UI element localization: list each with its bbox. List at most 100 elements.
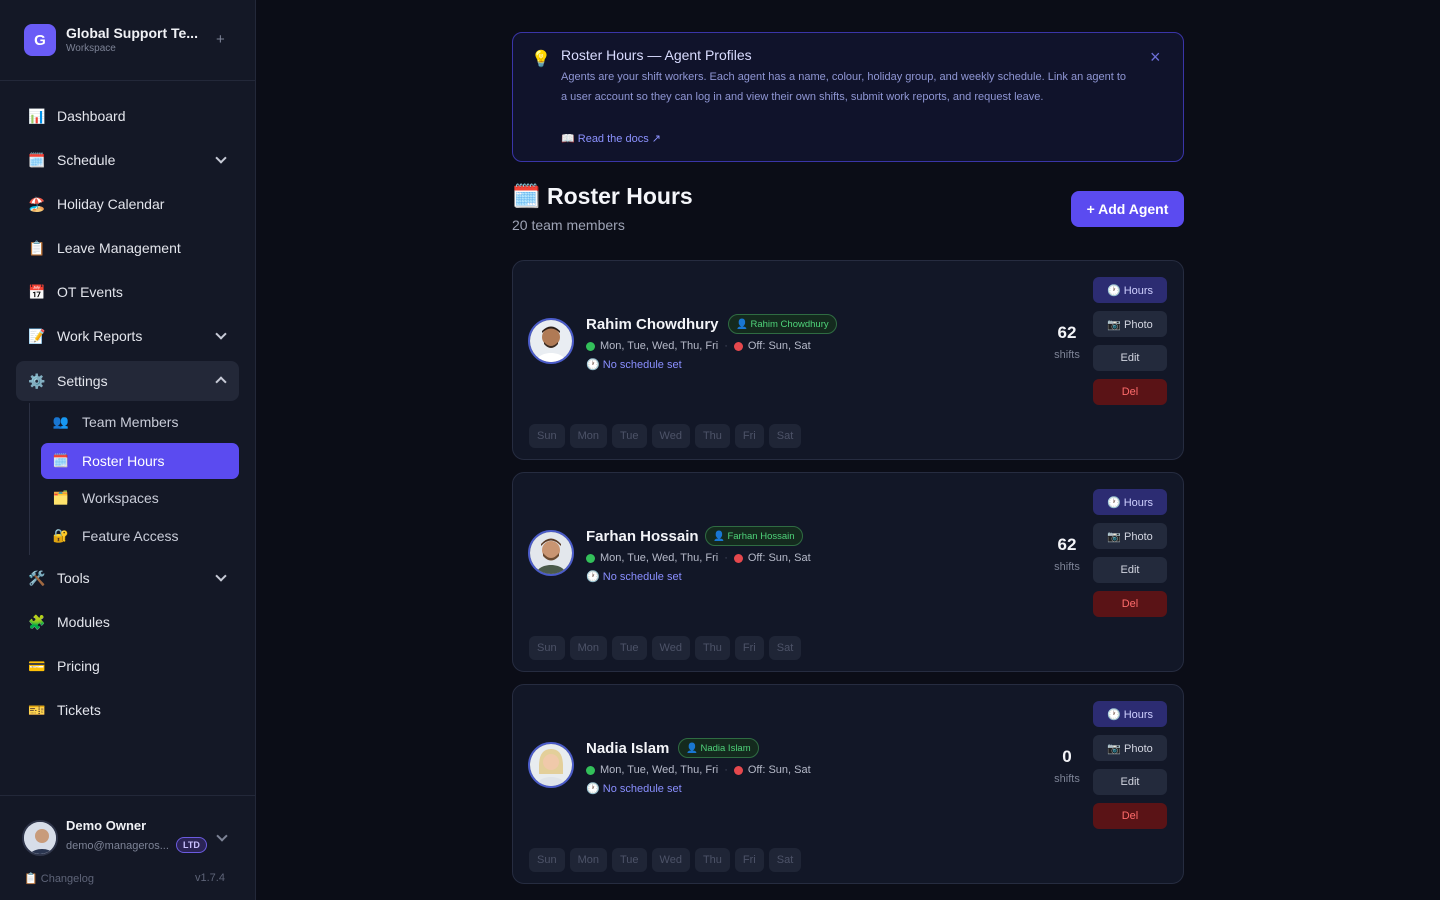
delete-button[interactable]: Del (1093, 379, 1167, 405)
agent-name: Rahim Chowdhury (586, 316, 719, 333)
hours-button[interactable]: 🕐 Hours (1093, 701, 1167, 727)
nav-label: Schedule (57, 152, 116, 168)
nav-dashboard[interactable]: 📊 Dashboard (16, 96, 239, 136)
work-days: Mon, Tue, Wed, Thu, Fri (600, 552, 719, 564)
weekday-chip[interactable]: Thu (694, 424, 730, 448)
weekday-chip[interactable]: Mon (569, 848, 607, 872)
hours-button[interactable]: 🕐 Hours (1093, 277, 1167, 303)
photo-button[interactable]: 📷 Photo (1093, 735, 1167, 761)
nav-leave-management[interactable]: 📋 Leave Management (16, 228, 239, 268)
add-agent-button[interactable]: + Add Agent (1071, 191, 1184, 227)
weekday-chip[interactable]: Wed (651, 424, 690, 448)
weekday-chip[interactable]: Mon (569, 636, 607, 660)
photo-button[interactable]: 📷 Photo (1093, 311, 1167, 337)
lightbulb-icon: 💡 (531, 51, 551, 68)
changelog-link[interactable]: 📋 Changelog (24, 872, 94, 885)
puzzle-icon: 🧩 (28, 613, 46, 630)
nav-label: Pricing (57, 658, 100, 674)
weekday-chip[interactable]: Sat (768, 848, 802, 872)
weekday-chip[interactable]: Sun (529, 848, 565, 872)
app-version: v1.7.4 (195, 872, 225, 884)
work-days: Mon, Tue, Wed, Thu, Fri (600, 764, 719, 776)
avatar (22, 820, 58, 856)
separator: · (724, 764, 728, 776)
separator: · (724, 552, 728, 564)
off-days: Off: Sun, Sat (747, 340, 811, 352)
sidebar-item-team-members[interactable]: 👥 Team Members (41, 404, 239, 440)
user-menu[interactable]: Demo Owner demo@manageros... LTD 📋 Chang… (0, 795, 255, 900)
docs-link[interactable]: 📖 Read the docs ↗ (561, 132, 661, 145)
weekday-chip[interactable]: Tue (611, 636, 647, 660)
info-text: Agents are your shift workers. Each agen… (561, 71, 1127, 103)
off-days: Off: Sun, Sat (747, 764, 811, 776)
sidebar-item-feature-access[interactable]: 🔐 Feature Access (41, 518, 239, 554)
photo-button[interactable]: 📷 Photo (1093, 523, 1167, 549)
workspace-switcher[interactable]: G Global Support Te... Workspace + (0, 0, 255, 81)
nav-modules[interactable]: 🧩 Modules (16, 602, 239, 642)
agent-card: Rahim Chowdhury 👤 Rahim Chowdhury Mon, T… (512, 260, 1184, 460)
weekday-chip[interactable]: Fri (734, 848, 764, 872)
agent-days: Mon, Tue, Wed, Thu, Fri · Off: Sun, Sat (586, 552, 811, 564)
card-icon: 💳 (28, 657, 46, 674)
close-icon[interactable]: × (1150, 47, 1161, 67)
weekday-chip[interactable]: Mon (569, 424, 607, 448)
calendar-icon: 🗓️ (28, 151, 46, 168)
avatar (528, 530, 574, 576)
user-email: demo@manageros... (66, 840, 169, 852)
agent-card: Farhan Hossain 👤 Farhan Hossain Mon, Tue… (512, 472, 1184, 672)
weekday-chip[interactable]: Fri (734, 636, 764, 660)
edit-button[interactable]: Edit (1093, 557, 1167, 583)
shift-count: 0 (1062, 747, 1072, 766)
weekday-chip[interactable]: Thu (694, 636, 730, 660)
agent-days: Mon, Tue, Wed, Thu, Fri · Off: Sun, Sat (586, 340, 811, 352)
weekday-chip[interactable]: Tue (611, 848, 647, 872)
weekday-chip[interactable]: Sun (529, 636, 565, 660)
nav-label: Settings (57, 373, 108, 389)
nav-pricing[interactable]: 💳 Pricing (16, 646, 239, 686)
delete-button[interactable]: Del (1093, 803, 1167, 829)
nav-schedule[interactable]: 🗓️ Schedule (16, 140, 239, 180)
weekday-chip[interactable]: Sat (768, 636, 802, 660)
nav-holiday-calendar[interactable]: 🏖️ Holiday Calendar (16, 184, 239, 224)
off-dot (733, 765, 743, 775)
nav-work-reports[interactable]: 📝 Work Reports (16, 316, 239, 356)
nav-label: Holiday Calendar (57, 196, 165, 212)
weekday-chip[interactable]: Wed (651, 636, 690, 660)
sidebar-item-label: Workspaces (82, 490, 159, 506)
users-icon: 👥 (52, 414, 70, 429)
delete-button[interactable]: Del (1093, 591, 1167, 617)
weekday-chip[interactable]: Sun (529, 424, 565, 448)
nav-label: Work Reports (57, 328, 143, 344)
weekday-chip[interactable]: Tue (611, 424, 647, 448)
weekday-chip[interactable]: Fri (734, 424, 764, 448)
clipboard-icon: 📋 (28, 239, 46, 256)
nav-tools[interactable]: 🛠️ Tools (16, 558, 239, 598)
tools-icon: 🛠️ (28, 569, 46, 586)
hours-button[interactable]: 🕐 Hours (1093, 489, 1167, 515)
agent-name: Farhan Hossain (586, 528, 699, 545)
beach-icon: 🏖️ (28, 195, 46, 212)
chevron-down-icon (215, 328, 227, 340)
off-dot (733, 553, 743, 563)
working-dot (586, 765, 595, 775)
weekday-chip[interactable]: Thu (694, 848, 730, 872)
weekday-strip: Sun Mon Tue Wed Thu Fri Sat (529, 636, 806, 660)
weekday-chip[interactable]: Wed (651, 848, 690, 872)
weekday-chip[interactable]: Sat (768, 424, 802, 448)
edit-button[interactable]: Edit (1093, 769, 1167, 795)
shift-count: 62 (1057, 535, 1077, 554)
sidebar-item-roster-hours[interactable]: 🗓️ Roster Hours (41, 443, 239, 479)
nav-ot-events[interactable]: 📅 OT Events (16, 272, 239, 312)
info-banner: 💡 Roster Hours — Agent Profiles Agents a… (512, 32, 1184, 162)
chevron-down-icon[interactable] (216, 830, 228, 842)
sidebar: G Global Support Te... Workspace + 📊 Das… (0, 0, 256, 900)
weekday-strip: Sun Mon Tue Wed Thu Fri Sat (529, 848, 806, 872)
schedule-status: 🕐 No schedule set (586, 783, 682, 795)
nav-settings[interactable]: ⚙️ Settings (16, 361, 239, 401)
plus-icon[interactable]: + (216, 31, 225, 49)
sidebar-item-workspaces[interactable]: 🗂️ Workspaces (41, 480, 239, 516)
nav-tickets[interactable]: 🎫 Tickets (16, 690, 239, 730)
info-title: Roster Hours — Agent Profiles (561, 47, 752, 63)
plan-badge: LTD (176, 837, 207, 853)
edit-button[interactable]: Edit (1093, 345, 1167, 371)
